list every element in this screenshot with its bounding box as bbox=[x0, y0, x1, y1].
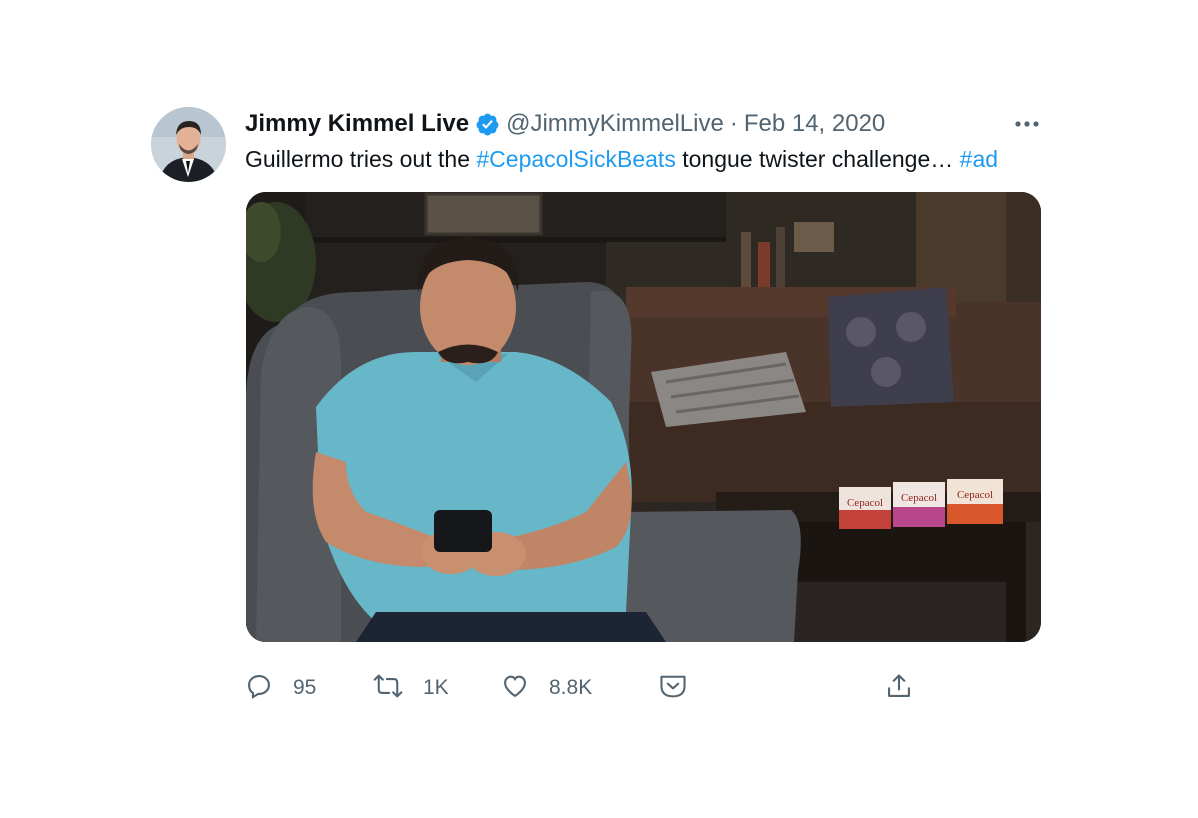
retweet-icon bbox=[373, 672, 403, 705]
tweet-text-middle: tongue twister challenge… bbox=[675, 146, 960, 172]
tweet-actions: 95 1K 8.8K bbox=[245, 671, 925, 705]
tip-button[interactable] bbox=[658, 671, 688, 705]
retweet-count: 1K bbox=[423, 676, 449, 699]
video-frame: Cepacol Cepacol Cepacol bbox=[246, 192, 1041, 642]
tip-jar-icon bbox=[658, 672, 688, 705]
product-box-label: Cepacol bbox=[847, 497, 883, 509]
avatar[interactable] bbox=[151, 107, 226, 182]
like-count: 8.8K bbox=[549, 676, 593, 699]
separator-dot: · bbox=[729, 110, 738, 137]
tweet-text: Guillermo tries out the #CepacolSickBeat… bbox=[245, 143, 998, 175]
hashtag-link[interactable]: #CepacolSickBeats bbox=[476, 146, 675, 172]
retweet-button[interactable]: 1K bbox=[373, 671, 449, 705]
heart-icon bbox=[501, 672, 529, 705]
tweet-text-prefix: Guillermo tries out the bbox=[245, 146, 477, 172]
product-box-label: Cepacol bbox=[957, 489, 993, 501]
like-button[interactable]: 8.8K bbox=[501, 671, 592, 705]
reply-icon bbox=[245, 672, 273, 705]
avatar-image bbox=[151, 107, 226, 182]
tweet-date[interactable]: Feb 14, 2020 bbox=[744, 108, 885, 140]
reply-button[interactable]: 95 bbox=[245, 671, 316, 705]
share-icon bbox=[885, 672, 913, 705]
reply-count: 95 bbox=[293, 676, 317, 699]
user-handle[interactable]: @JimmyKimmelLive bbox=[506, 108, 724, 140]
tweet-video[interactable]: Cepacol Cepacol Cepacol bbox=[246, 192, 1041, 642]
more-dots-icon[interactable] bbox=[1010, 112, 1044, 136]
display-name[interactable]: Jimmy Kimmel Live bbox=[245, 108, 469, 140]
tweet-header: Jimmy Kimmel Live @JimmyKimmelLive · Feb… bbox=[245, 108, 885, 140]
verified-badge-icon bbox=[475, 112, 500, 137]
hashtag-link[interactable]: #ad bbox=[960, 146, 998, 172]
share-button[interactable] bbox=[885, 671, 913, 705]
product-box-label: Cepacol bbox=[901, 492, 937, 504]
